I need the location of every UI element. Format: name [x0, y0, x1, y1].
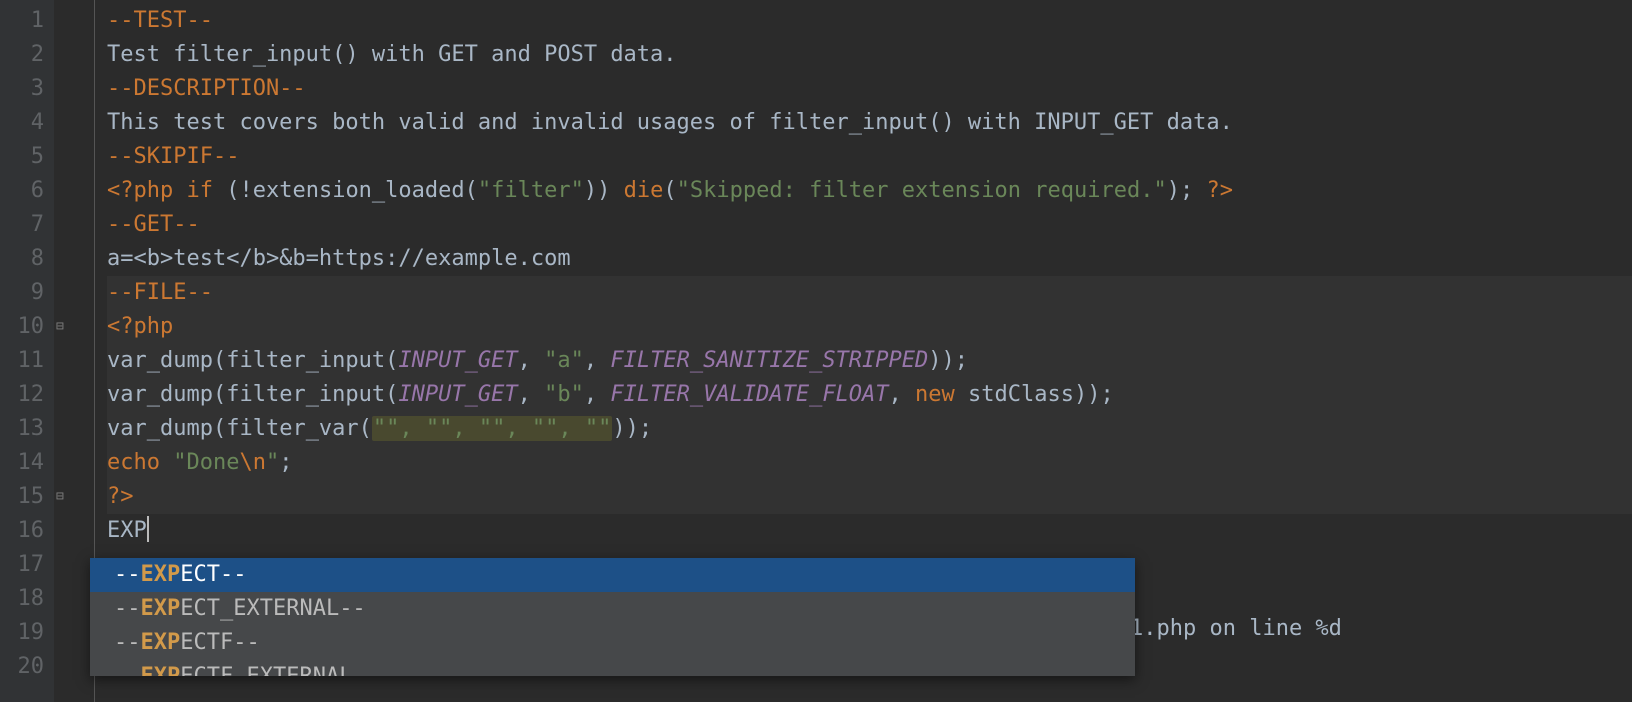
line-number: 16	[0, 514, 54, 548]
typed-text: EXP	[107, 518, 147, 543]
section-skipif: --SKIPIF--	[107, 144, 239, 169]
autocomplete-item[interactable]: --EXPECT_EXTERNAL--	[90, 592, 1135, 626]
section-file: --FILE--	[107, 280, 213, 305]
autocomplete-item[interactable]: --EXPECT--	[90, 558, 1135, 592]
line-number: 20	[0, 650, 54, 684]
line-number: 8	[0, 242, 54, 276]
code-line: echo "Done\n";	[107, 446, 1632, 480]
line-number: 5	[0, 140, 54, 174]
line-number: 12	[0, 378, 54, 412]
code-line: Test filter_input() with GET and POST da…	[107, 38, 1632, 72]
code-line: var_dump(filter_input(INPUT_GET, "b", FI…	[107, 378, 1632, 412]
code-editor[interactable]: 1 2 3 4 5 6 7 8 9 10 11 12 13 14 15 16 1…	[0, 0, 1632, 702]
code-line: <?php if (!extension_loaded("filter")) d…	[107, 174, 1632, 208]
line-number: 10	[0, 310, 54, 344]
fold-start-icon[interactable]: ⊟	[56, 320, 70, 334]
section-description: --DESCRIPTION--	[107, 76, 306, 101]
autocomplete-item[interactable]: --EXPECTF--	[90, 626, 1135, 660]
autocomplete-popup[interactable]: --EXPECT-- --EXPECT_EXTERNAL-- --EXPECTF…	[90, 558, 1135, 676]
line-number: 6	[0, 174, 54, 208]
autocomplete-item[interactable]: --EXPECTF_EXTERNAL--	[90, 660, 1135, 676]
line-number: 18	[0, 582, 54, 616]
line-number: 14	[0, 446, 54, 480]
line-number: 17	[0, 548, 54, 582]
code-line: ?>	[107, 480, 1632, 514]
obscured-line-tail: 1.php on line %d	[1130, 616, 1342, 641]
code-line: a=<b>test</b>&b=https://example.com	[107, 242, 1632, 276]
line-number: 19	[0, 616, 54, 650]
text-caret	[147, 516, 149, 542]
code-line: --DESCRIPTION--	[107, 72, 1632, 106]
code-line: <?php	[107, 310, 1632, 344]
line-number: 13	[0, 412, 54, 446]
code-line: --TEST--	[107, 4, 1632, 38]
section-test: --TEST--	[107, 8, 213, 33]
code-line: --FILE--	[107, 276, 1632, 310]
line-number: 4	[0, 106, 54, 140]
code-line: var_dump(filter_input(INPUT_GET, "a", FI…	[107, 344, 1632, 378]
code-line: --SKIPIF--	[107, 140, 1632, 174]
line-number: 2	[0, 38, 54, 72]
line-number: 11	[0, 344, 54, 378]
line-number: 1	[0, 4, 54, 38]
highlighted-arguments: "", "", "", "", ""	[372, 416, 612, 441]
code-line: var_dump(filter_var("", "", "", "", ""))…	[107, 412, 1632, 446]
fold-gutter: ⊟ ⊟	[54, 0, 95, 702]
code-line: This test covers both valid and invalid …	[107, 106, 1632, 140]
section-get: --GET--	[107, 212, 200, 237]
line-number: 15	[0, 480, 54, 514]
line-number-gutter: 1 2 3 4 5 6 7 8 9 10 11 12 13 14 15 16 1…	[0, 0, 54, 702]
fold-end-icon[interactable]: ⊟	[56, 490, 70, 504]
line-number: 7	[0, 208, 54, 242]
line-number: 3	[0, 72, 54, 106]
code-line: --GET--	[107, 208, 1632, 242]
line-number: 9	[0, 276, 54, 310]
code-line-current: EXP	[107, 514, 1632, 548]
